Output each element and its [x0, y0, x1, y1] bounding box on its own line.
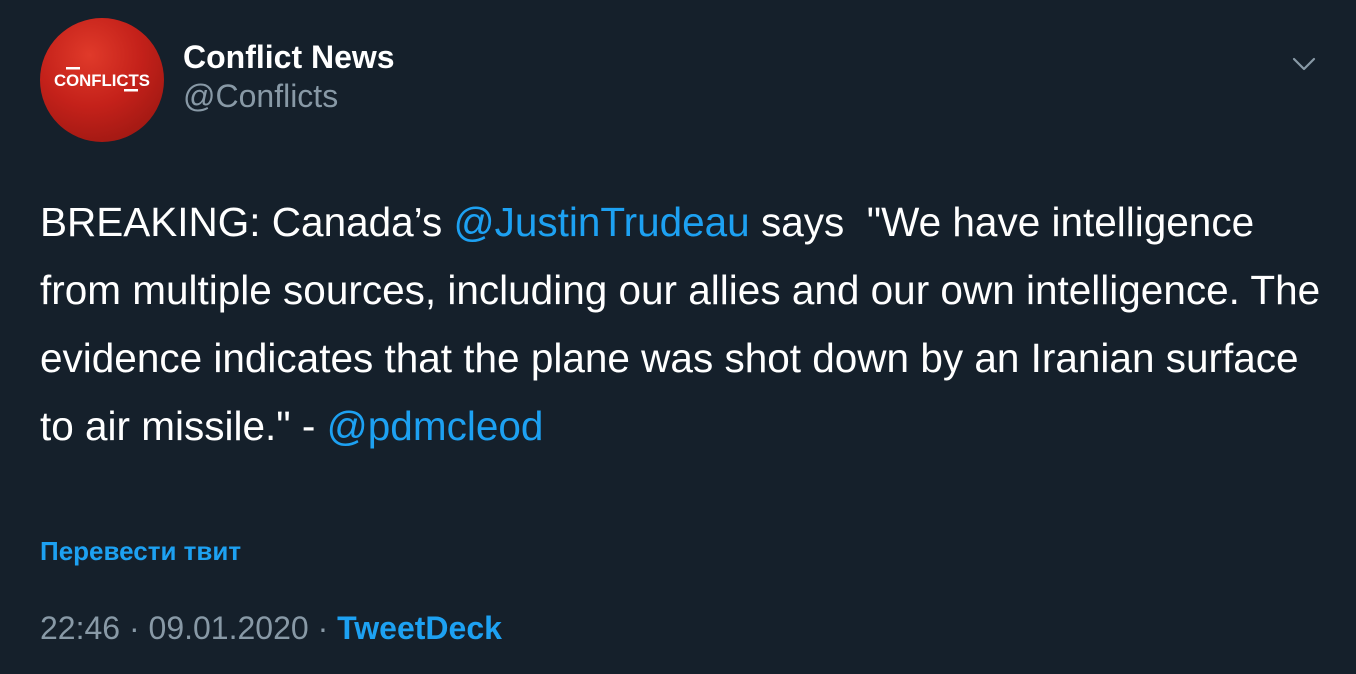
avatar-logo-text: CONFLICTS — [54, 71, 150, 90]
conflicts-logo-avatar: CONFLICTS — [54, 67, 150, 92]
avatar[interactable]: CONFLICTS — [40, 18, 164, 142]
tweet-time[interactable]: 22:46 — [40, 610, 120, 646]
tweet-meta: 22:46 · 09.01.2020 · TweetDeck — [40, 608, 502, 648]
display-name[interactable]: Conflict News — [183, 38, 395, 76]
user-handle[interactable]: @Conflicts — [183, 76, 395, 116]
tweet-source-link[interactable]: TweetDeck — [337, 610, 502, 646]
mention-justintrudeau[interactable]: @JustinTrudeau — [453, 199, 749, 245]
translate-tweet-link[interactable]: Перевести твит — [40, 534, 241, 568]
tweet: CONFLICTS Conflict News @Conflicts BREAK… — [0, 0, 1356, 674]
tweet-text-part-1: BREAKING: Canada’s — [40, 199, 454, 245]
meta-separator: · — [317, 610, 329, 646]
tweet-date[interactable]: 09.01.2020 — [149, 610, 309, 646]
mention-pdmcleod[interactable]: @pdmcleod — [327, 403, 544, 449]
author-block: Conflict News @Conflicts — [183, 38, 395, 116]
tweet-text: BREAKING: Canada’s @JustinTrudeau says "… — [40, 188, 1330, 460]
meta-separator: · — [128, 610, 140, 646]
chevron-down-icon[interactable] — [1288, 48, 1320, 80]
